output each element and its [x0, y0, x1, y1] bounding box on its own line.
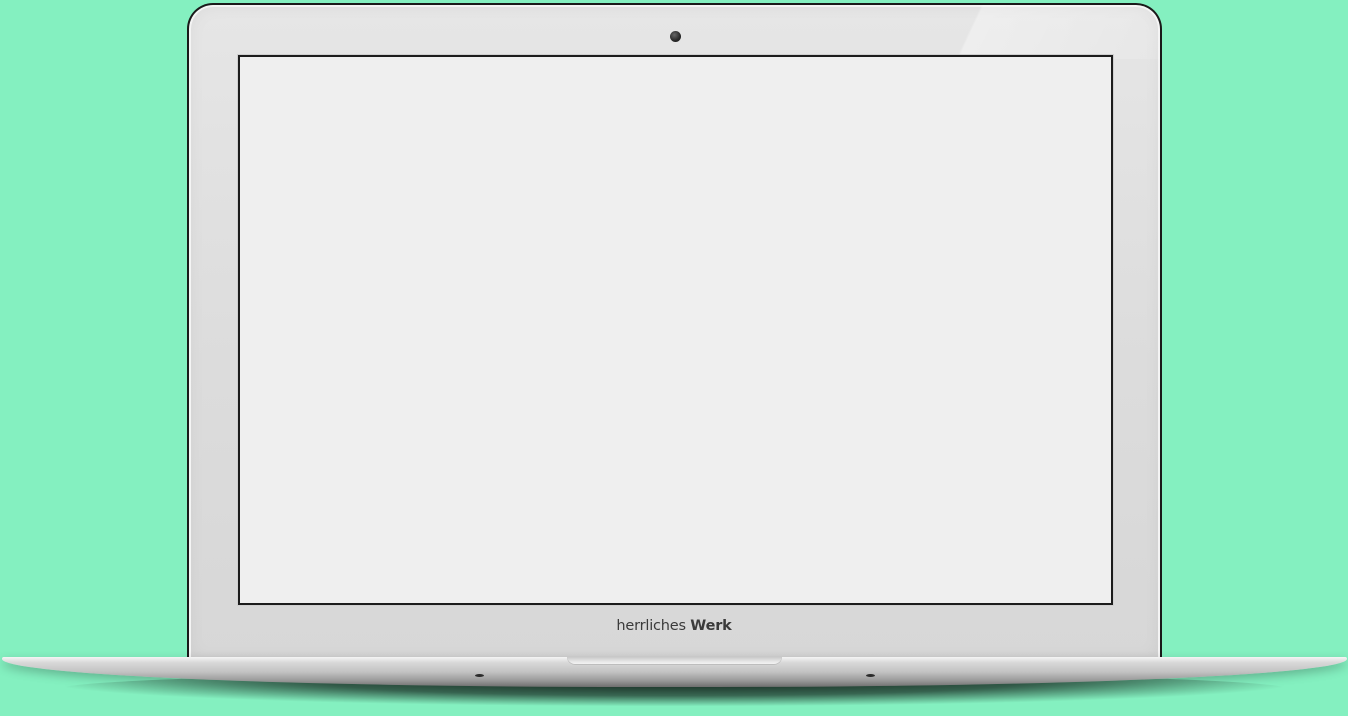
rubber-foot-left [475, 674, 484, 677]
lid-reflection [930, 5, 1160, 59]
brand-label: herrliches Werk [0, 618, 1348, 634]
rubber-foot-right [866, 674, 875, 677]
brand-label-light: herrliches [616, 618, 686, 634]
brand-label-bold: Werk [690, 618, 732, 634]
laptop-screen [238, 55, 1113, 605]
mockup-canvas: herrliches Werk [0, 0, 1348, 716]
lid-opening-notch [567, 657, 782, 665]
webcam-icon [670, 31, 681, 42]
laptop-lid [187, 3, 1162, 660]
